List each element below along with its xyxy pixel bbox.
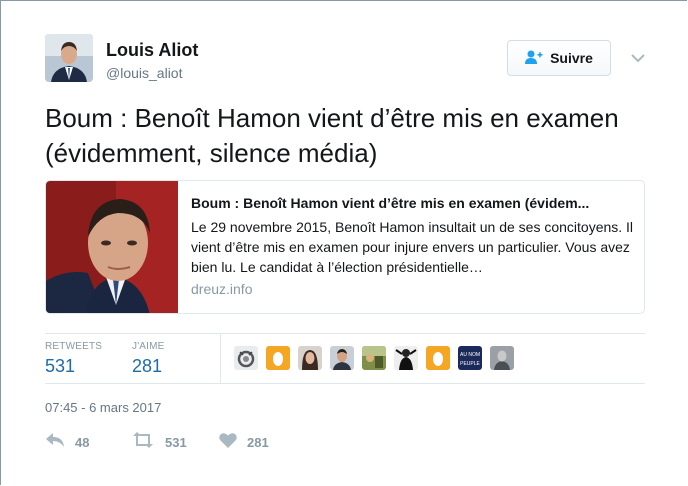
tweet-text: Boum : Benoît Hamon vient d’être mis en … (45, 103, 619, 168)
avatar-text-line2: PEUPLE (460, 361, 480, 367)
retweet-button[interactable]: 531 (131, 432, 187, 453)
card-description: Le 29 novembre 2015, Benoît Hamon insult… (191, 219, 634, 275)
like-button[interactable]: 281 (219, 432, 269, 453)
chevron-down-icon[interactable] (630, 50, 646, 66)
retweet-count: 531 (165, 435, 187, 450)
woman-portrait-avatar[interactable] (298, 346, 322, 370)
card-image (46, 181, 178, 313)
card-title: Boum : Benoît Hamon vient d’être mis en … (191, 195, 590, 211)
gray-portrait-avatar[interactable] (490, 346, 514, 370)
ring-avatar[interactable] (234, 346, 258, 370)
reply-icon (45, 432, 65, 453)
divider-bottom (45, 383, 645, 384)
avatar-text-line1: AU NOM (460, 352, 480, 358)
heart-icon (219, 432, 237, 453)
reply-button[interactable]: 48 (45, 432, 89, 453)
follow-button-label: Suivre (550, 50, 593, 66)
divider-top (45, 333, 645, 334)
egg-avatar[interactable] (426, 346, 450, 370)
reply-count: 48 (75, 435, 90, 450)
man-portrait-avatar[interactable] (330, 346, 354, 370)
bw-figure-avatar[interactable] (394, 346, 418, 370)
tweet-timestamp[interactable]: 07:45 - 6 mars 2017 (45, 400, 161, 415)
like-count: 281 (247, 435, 269, 450)
retweets-value[interactable]: 531 (45, 356, 75, 377)
outdoor-avatar[interactable] (362, 346, 386, 370)
au-nom-du-peuple-avatar[interactable]: AU NOM PEUPLE (458, 346, 482, 370)
retweets-label: RETWEETS (45, 341, 103, 352)
retweet-icon (131, 432, 155, 453)
follow-button[interactable]: Suivre (507, 40, 611, 76)
likers-avatars: AU NOM PEUPLE (234, 346, 514, 370)
likes-value[interactable]: 281 (132, 356, 162, 377)
egg-avatar[interactable] (266, 346, 290, 370)
stats-separator (220, 334, 221, 383)
card-domain: dreuz.info (191, 281, 253, 297)
author-name[interactable]: Louis Aliot (106, 40, 198, 61)
add-user-icon (525, 50, 543, 67)
link-card[interactable]: Boum : Benoît Hamon vient d’être mis en … (45, 180, 645, 314)
author-avatar[interactable] (45, 34, 93, 82)
author-handle[interactable]: @louis_aliot (106, 65, 182, 81)
likes-label: J'AIME (132, 341, 165, 352)
